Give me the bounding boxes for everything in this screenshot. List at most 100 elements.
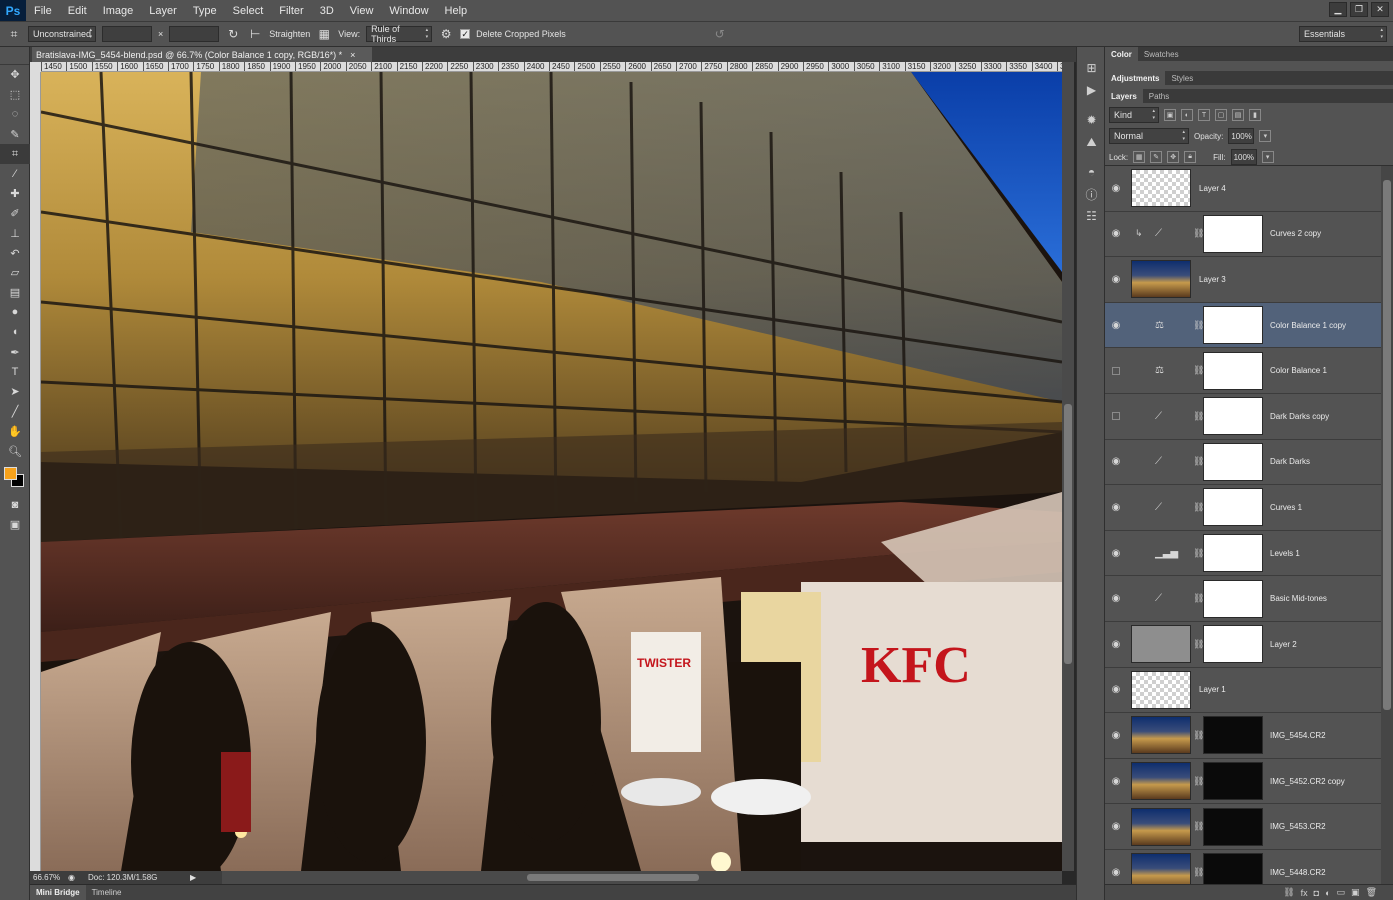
delete-cropped-checkbox[interactable]: ✓	[460, 29, 471, 39]
straighten-label[interactable]: Straighten	[269, 29, 310, 39]
layer-mask-thumbnail[interactable]	[1203, 488, 1263, 527]
visibility-eye-icon[interactable]: ◉	[1105, 274, 1127, 285]
width-field[interactable]	[102, 26, 152, 42]
layer-mask-thumbnail[interactable]	[1203, 579, 1263, 618]
visibility-off-icon[interactable]	[1112, 366, 1120, 375]
history-icon[interactable]: ⊞	[1077, 57, 1106, 79]
crop-tool-icon[interactable]: ⌗	[0, 144, 30, 164]
filter-adjustment-icon[interactable]: ◐	[1181, 109, 1193, 121]
marquee-tool-icon[interactable]: ⬚	[0, 85, 30, 105]
quick-mask-icon[interactable]: ◙	[0, 495, 30, 515]
tab-swatches[interactable]: Swatches	[1138, 47, 1185, 61]
layer-row[interactable]: ◉ ⛓ Layer 2	[1105, 621, 1381, 668]
layer-row[interactable]: ◉ ⟋ ⛓ Basic Mid-tones	[1105, 576, 1381, 622]
crop-tool-preset-icon[interactable]: ⌗	[6, 26, 22, 42]
visibility-eye-icon[interactable]: ◉	[1105, 776, 1127, 787]
close-icon[interactable]: ✕	[1371, 2, 1389, 17]
horizontal-scroll-thumb[interactable]	[527, 874, 699, 881]
menu-file[interactable]: File	[26, 5, 60, 17]
blend-mode-select[interactable]: Normal	[1109, 128, 1189, 144]
visibility-eye-icon[interactable]: ◉	[1105, 502, 1127, 513]
brush-panel-icon[interactable]: ✹	[1077, 109, 1106, 131]
layers-scroll-thumb[interactable]	[1383, 180, 1391, 710]
vertical-scrollbar[interactable]	[1062, 62, 1074, 871]
opacity-field[interactable]: 100%	[1228, 128, 1255, 144]
lock-all-icon[interactable]: 🔒︎	[1184, 151, 1197, 163]
brush-tool-icon[interactable]: ✐	[0, 204, 30, 224]
lock-pixels-icon[interactable]: ✎	[1150, 151, 1163, 163]
visibility-off-icon[interactable]	[1112, 412, 1120, 421]
menu-edit[interactable]: Edit	[60, 5, 95, 17]
visibility-eye-icon[interactable]: ◉	[1105, 730, 1127, 741]
ratio-select[interactable]: Unconstrained	[28, 26, 96, 42]
swap-icon[interactable]: ↻	[225, 26, 241, 42]
history-brush-tool-icon[interactable]: ↶	[0, 243, 30, 263]
filter-smart-icon[interactable]: ▤	[1232, 109, 1244, 121]
screen-mode-icon[interactable]: ▣	[0, 515, 30, 535]
layer-row[interactable]: ◉ ⟋ ⛓ Dark Darks	[1105, 439, 1381, 486]
menu-select[interactable]: Select	[225, 5, 272, 17]
layer-mask-thumbnail[interactable]	[1203, 306, 1263, 345]
minimize-icon[interactable]: ▁	[1329, 2, 1347, 17]
layers-scrollbar[interactable]	[1381, 166, 1393, 884]
layer-mask-thumbnail[interactable]	[1203, 534, 1263, 573]
vertical-scroll-thumb[interactable]	[1064, 404, 1072, 664]
fill-dropdown-icon[interactable]: ▾	[1261, 151, 1274, 163]
view-select[interactable]: Rule of Thirds	[366, 24, 433, 44]
workspace-select[interactable]: Essentials	[1299, 26, 1387, 42]
zoom-tool-icon[interactable]: 🔍︎	[0, 441, 30, 461]
menu-image[interactable]: Image	[95, 5, 142, 17]
lock-transparent-icon[interactable]: ▦	[1133, 151, 1146, 163]
filter-type-icon[interactable]: T	[1198, 109, 1210, 121]
layer-row[interactable]: ◉ ⟋ ⛓ Curves 1	[1105, 485, 1381, 531]
type-tool-icon[interactable]: T	[0, 362, 30, 382]
reset-icon[interactable]: ↺	[712, 26, 728, 42]
overlay-icon[interactable]: ▦	[316, 26, 332, 42]
eraser-tool-icon[interactable]: ▱	[0, 263, 30, 283]
eyedropper-tool-icon[interactable]: ⁄	[0, 164, 30, 184]
layer-row[interactable]: ◉ ⛓ IMG_5448.CR2	[1105, 849, 1381, 884]
layer-row[interactable]: ◉ Layer 4	[1105, 166, 1381, 212]
height-field[interactable]	[169, 26, 220, 42]
character-icon[interactable]: ◓	[1077, 161, 1106, 183]
move-tool-icon[interactable]: ✥	[0, 65, 30, 85]
dodge-tool-icon[interactable]: ◖	[0, 322, 30, 342]
quick-select-tool-icon[interactable]: ✎	[0, 124, 30, 144]
layer-mask-thumbnail[interactable]	[1203, 853, 1263, 884]
layer-mask-thumbnail[interactable]	[1203, 351, 1263, 390]
layer-row[interactable]: ⚖ ⛓ Color Balance 1	[1105, 348, 1381, 394]
menu-filter[interactable]: Filter	[271, 5, 311, 17]
gradient-tool-icon[interactable]: ▤	[0, 283, 30, 303]
tools-grip[interactable]	[0, 47, 29, 65]
tab-mini-bridge[interactable]: Mini Bridge	[30, 884, 86, 900]
document-tab[interactable]: Bratislava-IMG_5454-blend.psd @ 66.7% (C…	[32, 47, 372, 62]
layer-row[interactable]: ◉ ⛓ IMG_5452.CR2 copy	[1105, 758, 1381, 805]
layer-mask-thumbnail[interactable]	[1203, 762, 1263, 801]
pen-tool-icon[interactable]: ✒	[0, 342, 30, 362]
foreground-color-swatch[interactable]	[4, 466, 17, 480]
layer-row[interactable]: ◉ ⚖ ⛓ Color Balance 1 copy	[1105, 302, 1381, 349]
layer-mask-thumbnail[interactable]	[1203, 214, 1263, 253]
info-icon[interactable]: ⓘ	[1077, 183, 1106, 205]
link-layers-icon[interactable]: ⛓	[1283, 887, 1294, 898]
visibility-eye-icon[interactable]: ◉	[1105, 183, 1127, 194]
restore-icon[interactable]: ❐	[1350, 2, 1368, 17]
layer-mask-thumbnail[interactable]	[1203, 442, 1263, 481]
tab-timeline[interactable]: Timeline	[86, 885, 128, 900]
filter-kind-select[interactable]: Kind	[1109, 107, 1159, 123]
lock-position-icon[interactable]: ✥	[1167, 151, 1180, 163]
opacity-dropdown-icon[interactable]: ▾	[1259, 130, 1272, 142]
layer-row[interactable]: ◉ ⛓ IMG_5454.CR2	[1105, 713, 1381, 759]
actions-icon[interactable]: ▶	[1077, 79, 1106, 101]
visibility-eye-icon[interactable]: ◉	[1105, 684, 1127, 695]
properties-icon[interactable]: ☷	[1077, 205, 1106, 227]
menu-view[interactable]: View	[342, 5, 382, 17]
visibility-eye-icon[interactable]: ◉	[1105, 456, 1127, 467]
layer-row[interactable]: ◉ Layer 3	[1105, 257, 1381, 303]
horizontal-ruler[interactable]: 1450 1500 1550 1600 1650 1700 1750 1800 1850 1900…	[41, 62, 1062, 72]
add-mask-icon[interactable]: ◘	[1314, 888, 1319, 898]
gear-icon[interactable]: ⚙	[438, 26, 454, 42]
tab-color[interactable]: Color	[1105, 47, 1138, 61]
path-select-tool-icon[interactable]: ➤	[0, 382, 30, 402]
layer-row[interactable]: ⟋ ⛓ Dark Darks copy	[1105, 393, 1381, 440]
